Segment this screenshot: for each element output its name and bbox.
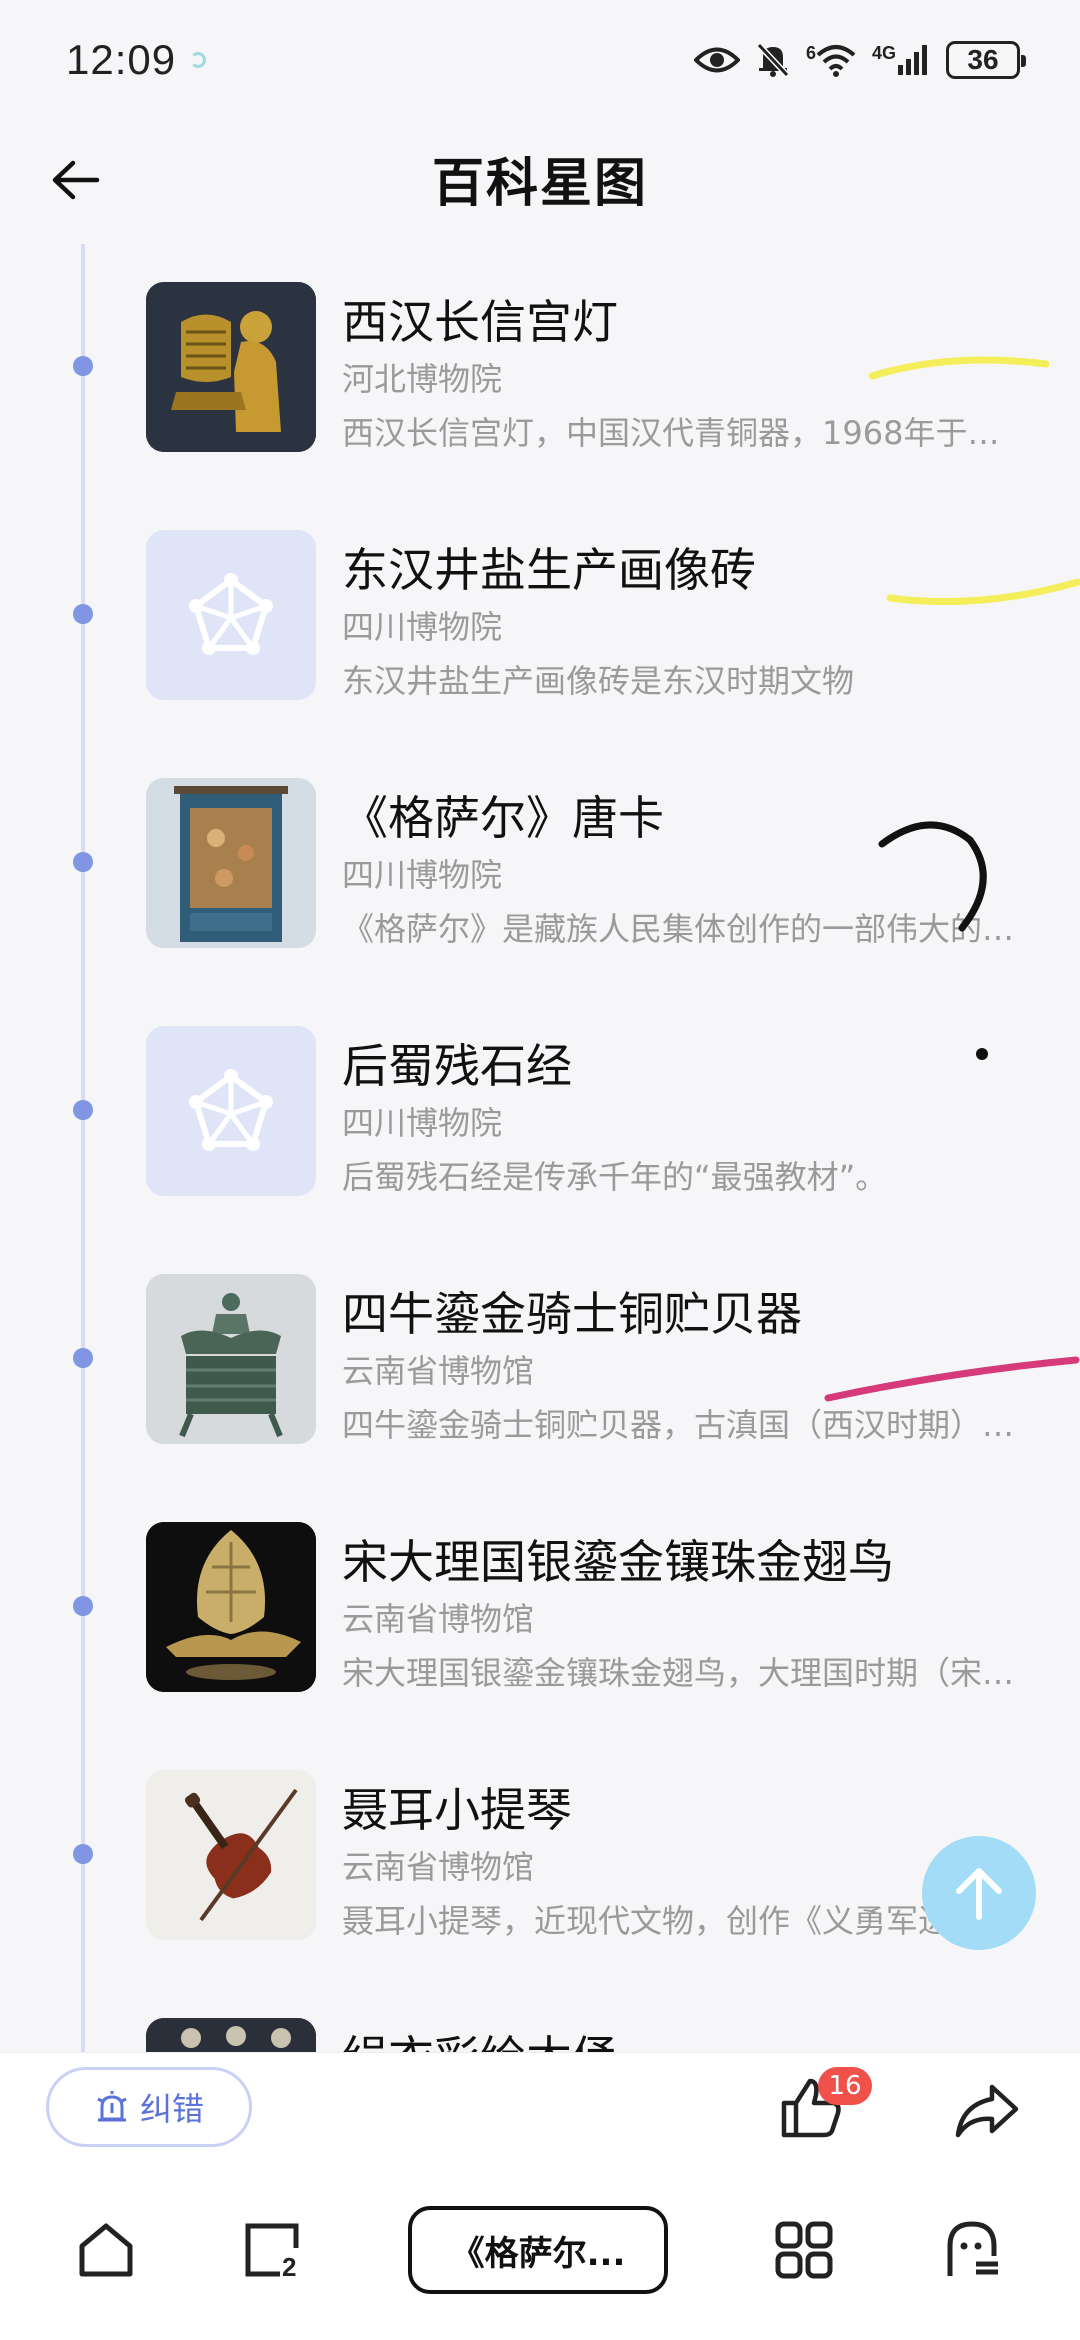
nav-home[interactable] bbox=[66, 2210, 146, 2290]
thumbnail-placeholder bbox=[146, 1026, 316, 1196]
bottom-navigation: 2 《格萨尔... bbox=[0, 2162, 1080, 2340]
item-description: 东汉井盐生产画像砖是东汉时期文物 bbox=[342, 662, 855, 700]
status-bar: 12:09 6 4G 36 bbox=[0, 0, 1080, 120]
violin-photo-icon bbox=[146, 1770, 316, 1940]
list-item[interactable]: 西汉长信宫灯 河北博物院 西汉长信宫灯，中国汉代青铜器，1968年于河北满城出土 bbox=[0, 282, 1080, 530]
report-error-label: 纠错 bbox=[139, 2090, 204, 2128]
back-button[interactable] bbox=[46, 150, 106, 210]
item-description: 西汉长信宫灯，中国汉代青铜器，1968年于河北满城出土 bbox=[342, 414, 1028, 452]
current-page-label: 《格萨尔... bbox=[450, 2233, 626, 2274]
thumbnail-bronze-container bbox=[146, 1274, 316, 1444]
timeline-dot bbox=[73, 1596, 93, 1616]
item-museum: 云南省博物馆 bbox=[342, 1600, 535, 1638]
svg-text:2: 2 bbox=[282, 2252, 296, 2282]
network-type: 4G bbox=[871, 43, 896, 63]
item-museum: 四川博物院 bbox=[342, 608, 503, 646]
timeline-dot bbox=[73, 356, 93, 376]
status-time: 12:09 bbox=[66, 36, 177, 83]
scroll-to-top-button[interactable] bbox=[922, 1836, 1036, 1950]
artifact-list: 西汉长信宫灯 河北博物院 西汉长信宫灯，中国汉代青铜器，1968年于河北满城出土… bbox=[0, 282, 1080, 2266]
ghost-profile-icon bbox=[947, 2221, 998, 2276]
arrow-up-icon bbox=[956, 1868, 1002, 1920]
nav-tabs[interactable]: 2 bbox=[232, 2210, 312, 2290]
wifi-icon bbox=[816, 45, 856, 77]
current-page-tab[interactable]: 《格萨尔... bbox=[408, 2206, 668, 2294]
action-bar: 纠错 16 bbox=[0, 2052, 1080, 2162]
list-item[interactable]: 宋大理国银鎏金镶珠金翅鸟 云南省博物馆 宋大理国银鎏金镶珠金翅鸟，大理国时期（宋… bbox=[0, 1522, 1080, 1770]
list-item[interactable]: 东汉井盐生产画像砖 四川博物院 东汉井盐生产画像砖是东汉时期文物 bbox=[0, 530, 1080, 778]
status-icons: 6 4G 36 bbox=[693, 41, 1026, 79]
like-count-badge: 16 bbox=[818, 2067, 872, 2105]
alarm-icon bbox=[97, 2091, 127, 2122]
timeline-dot bbox=[73, 852, 93, 872]
list-item[interactable]: 聂耳小提琴 云南省博物馆 聂耳小提琴，近现代文物，创作《义勇军进行曲》 bbox=[0, 1770, 1080, 2018]
timeline-dot bbox=[73, 1100, 93, 1120]
home-icon bbox=[79, 2223, 133, 2277]
signal-icon bbox=[898, 45, 927, 75]
item-description: 《格萨尔》是藏族人民集体创作的一部伟大的英雄史诗 bbox=[342, 910, 1028, 948]
thumbnail-violin bbox=[146, 1770, 316, 1940]
item-museum: 四川博物院 bbox=[342, 856, 503, 894]
tabs-count-icon: 2 bbox=[245, 2223, 299, 2282]
thumbnail-thangka bbox=[146, 778, 316, 948]
item-title: 宋大理国银鎏金镶珠金翅鸟 bbox=[342, 1535, 894, 1589]
battery-indicator: 36 bbox=[946, 41, 1026, 79]
apps-grid-icon bbox=[775, 2221, 833, 2279]
placeholder-star-icon bbox=[189, 1069, 273, 1151]
list-item[interactable]: 四牛鎏金骑士铜贮贝器 云南省博物馆 四牛鎏金骑士铜贮贝器，古滇国（西汉时期）文物 bbox=[0, 1274, 1080, 1522]
list-item[interactable]: 后蜀残石经 四川博物院 后蜀残石经是传承千年的“最强教材”。 bbox=[0, 1026, 1080, 1274]
timeline-dot bbox=[73, 604, 93, 624]
item-title: 四牛鎏金骑士铜贮贝器 bbox=[342, 1287, 802, 1341]
nav-profile[interactable] bbox=[932, 2210, 1012, 2290]
thumbnail-placeholder bbox=[146, 530, 316, 700]
thangka-photo-icon bbox=[146, 778, 316, 948]
sync-indicator-icon bbox=[190, 52, 207, 68]
item-museum: 四川博物院 bbox=[342, 1104, 503, 1142]
item-description: 后蜀残石经是传承千年的“最强教材”。 bbox=[342, 1158, 888, 1196]
thumbnail-bronze-lamp bbox=[146, 282, 316, 452]
bronze-container-photo-icon bbox=[146, 1274, 316, 1444]
placeholder-star-icon bbox=[189, 573, 273, 655]
share-icon bbox=[955, 2084, 1019, 2138]
item-museum: 云南省博物馆 bbox=[342, 1848, 535, 1886]
item-description: 宋大理国银鎏金镶珠金翅鸟，大理国时期（宋代）文物 bbox=[342, 1654, 1028, 1692]
item-description: 四牛鎏金骑士铜贮贝器，古滇国（西汉时期）文物 bbox=[342, 1406, 1028, 1444]
item-museum: 云南省博物馆 bbox=[342, 1352, 535, 1390]
golden-bird-photo-icon bbox=[146, 1522, 316, 1692]
app-header: 百科星图 bbox=[0, 120, 1080, 236]
share-button[interactable] bbox=[952, 2075, 1022, 2145]
item-title: 西汉长信宫灯 bbox=[342, 295, 618, 349]
thumbnail-golden-bird bbox=[146, 1522, 316, 1692]
item-title: 聂耳小提琴 bbox=[342, 1783, 572, 1837]
timeline-dot bbox=[73, 1844, 93, 1864]
page-title: 百科星图 bbox=[431, 153, 648, 214]
bell-muted-icon bbox=[756, 42, 790, 78]
item-title: 《格萨尔》唐卡 bbox=[342, 791, 664, 845]
item-museum: 河北博物院 bbox=[342, 360, 503, 398]
eye-icon bbox=[693, 47, 740, 73]
item-title: 后蜀残石经 bbox=[342, 1039, 572, 1093]
bronze-lamp-photo-icon bbox=[146, 282, 316, 452]
timeline-dot bbox=[73, 1348, 93, 1368]
wifi-label: 6 bbox=[805, 43, 816, 63]
item-title: 东汉井盐生产画像砖 bbox=[342, 543, 756, 597]
list-item[interactable]: 《格萨尔》唐卡 四川博物院 《格萨尔》是藏族人民集体创作的一部伟大的英雄史诗 bbox=[0, 778, 1080, 1026]
nav-apps[interactable] bbox=[764, 2210, 844, 2290]
report-error-button[interactable]: 纠错 bbox=[46, 2067, 252, 2147]
back-arrow-icon bbox=[52, 160, 100, 200]
